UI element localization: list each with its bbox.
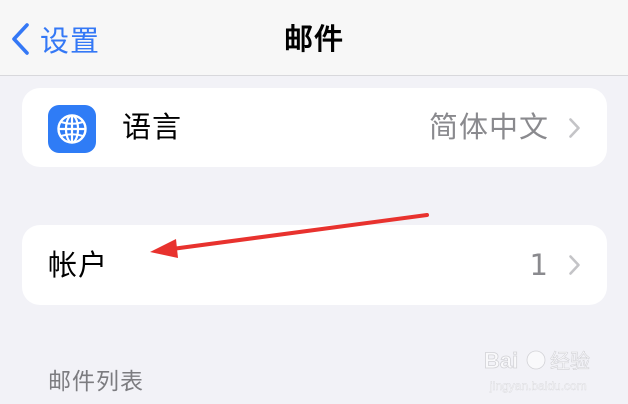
chevron-right-icon [568,117,581,139]
language-value: 简体中文 [428,110,549,144]
section-header-mail-list: 邮件列表 [48,369,144,395]
svg-text:jingyan.baidu.com: jingyan.baidu.com [489,379,587,393]
chevron-right-icon [568,254,581,276]
language-row[interactable]: 语言 简体中文 [22,88,607,167]
watermark-logo: Bai 经验 jingyan.baidu.com [480,340,600,400]
page-title: 邮件 [283,22,344,56]
navigation-bar: 设置 邮件 [0,0,628,76]
svg-text:Bai: Bai [484,348,518,373]
globe-icon [48,105,96,153]
language-label: 语言 [122,110,183,144]
accounts-count: 1 [529,248,549,282]
accounts-row[interactable]: 帐户 1 [22,225,607,305]
accounts-label: 帐户 [48,248,109,282]
svg-text:经验: 经验 [550,349,590,373]
